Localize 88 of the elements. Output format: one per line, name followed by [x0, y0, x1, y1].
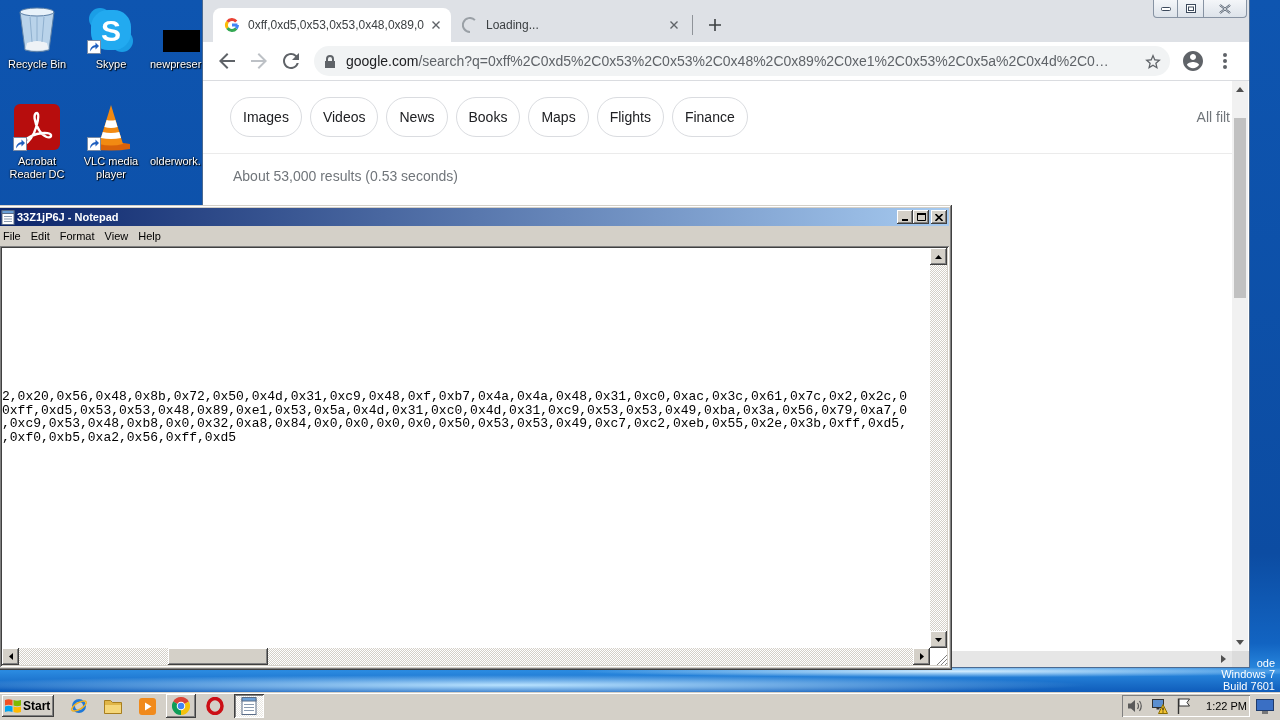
desktop-icon-label[interactable]: Acrobat Reader DC	[1, 155, 73, 181]
notepad-icon	[1, 209, 15, 225]
vertical-scrollbar[interactable]	[930, 248, 947, 648]
show-desktop-icon[interactable]	[1256, 698, 1274, 714]
menu-item[interactable]: Edit	[25, 230, 55, 242]
document-text: 2,0x20,0x56,0x48,0x8b,0x72,0x50,0x4d,0x31,0xc9,0x48,0xf,0xb7,0x4a,0x4a,0x48,0x31,0xc0,0xac,0x3c,0x61,0x7c,0x2,0x2c,0 0xff,0xd5,0x53,0x53,0x48,0x89,0xe1,0x53,0x5a,0x4d,0x31,0xc0,0x4d,0x31,0xc9,0x53,0x53,0x49,0xba,0x3a,0x56,0x79,0xa7,0 ,0xc9,0x53,0x48,0xb8,0x0,0x32,0xa8,0x84,0x0,0x0,0x0,0x0,0x50,0x53,0x53,0x49,0xc7,0xc2,0xeb,0x55,0x2e,0x3b,0xff,0xd5, ,0xf0,0xb5,0xa2,0x56,0xff,0xd5	[2, 390, 907, 445]
flag-icon[interactable]	[1177, 698, 1192, 714]
desktop-notice-text: Windows 7	[1221, 669, 1275, 681]
close-icon	[1219, 3, 1231, 14]
scroll-right-button[interactable]	[913, 648, 930, 665]
down-arrow-icon	[935, 637, 942, 642]
filter-chip[interactable]: Books	[455, 97, 521, 137]
ring-icon	[206, 697, 224, 715]
windows-flag-icon	[5, 699, 21, 713]
plus-icon	[709, 19, 721, 31]
forward-arrow-icon	[251, 53, 267, 69]
restore-button[interactable]	[1178, 0, 1204, 18]
minimize-button[interactable]	[897, 210, 913, 224]
play-icon	[138, 697, 156, 715]
up-arrow-icon[interactable]	[1236, 87, 1244, 92]
filter-chip[interactable]: Videos	[309, 97, 379, 137]
desktop-icon-label[interactable]: olderwork.	[150, 155, 201, 168]
filter-chip[interactable]: Finance	[671, 97, 748, 137]
up-arrow-icon	[935, 254, 942, 259]
maximize-icon	[916, 213, 926, 221]
horizontal-scrollbar[interactable]	[952, 651, 1232, 667]
scrollbar-thumb[interactable]	[1234, 118, 1246, 298]
right-arrow-icon	[919, 653, 924, 660]
menu-item[interactable]: View	[99, 230, 134, 242]
star-icon	[1145, 53, 1161, 69]
blank-thumbnail-icon[interactable]	[163, 30, 200, 52]
close-button[interactable]	[931, 210, 947, 224]
acrobat-icon[interactable]	[14, 104, 60, 150]
result-stats: About 53,000 results (0.53 seconds)	[232, 167, 458, 184]
recycle-bin-icon[interactable]	[18, 7, 56, 53]
minimize-button[interactable]	[1153, 0, 1178, 18]
network-warning-icon[interactable]	[1152, 698, 1169, 714]
account-button[interactable]	[1183, 51, 1203, 71]
down-arrow-icon[interactable]	[1236, 640, 1244, 645]
taskbar-button[interactable]	[234, 694, 264, 718]
restore-icon	[1185, 4, 1196, 13]
scrollbar-corner	[1232, 651, 1249, 667]
start-button[interactable]: Start	[2, 695, 54, 717]
address-bar[interactable]: google.com/search?q=0xff%2C0xd5%2C0x53%2C0x53%2C0x48%2C0x89%2C0xe1%2C0x53%2C0x5a%2C0x4d%2C0…	[314, 46, 1170, 76]
folder-icon	[104, 698, 122, 714]
desktop-icon-label[interactable]: newpreser	[150, 58, 202, 71]
desktop-notice-text: ode	[1256, 657, 1275, 669]
filter-chip[interactable]: News	[386, 97, 448, 137]
menu-icon	[1223, 53, 1227, 69]
globe-orbit-icon	[70, 697, 88, 715]
desktop-notice-text: Build 7601	[1223, 680, 1275, 692]
window-title: 33Z1jP6J - Notepad	[17, 211, 119, 223]
browser-tab[interactable]: 0xff,0xd5,0x53,0x53,0x48,0x89,0	[213, 8, 451, 42]
filter-chip[interactable]: Maps	[528, 97, 589, 137]
back-arrow-icon	[219, 53, 235, 69]
browser-tab[interactable]: Loading...	[451, 8, 689, 42]
notepad-icon	[241, 697, 257, 715]
lock-icon	[325, 54, 335, 68]
right-arrow-icon[interactable]	[1221, 655, 1226, 663]
maximize-button[interactable]	[913, 210, 929, 224]
scrollbar-thumb[interactable]	[168, 648, 268, 665]
menu-item[interactable]: Help	[133, 230, 166, 242]
filter-chip[interactable]: Flights	[596, 97, 664, 137]
scroll-down-button[interactable]	[930, 631, 947, 648]
scroll-left-button[interactable]	[2, 648, 19, 665]
filter-chip[interactable]: Images	[230, 97, 302, 137]
close-icon	[670, 21, 678, 29]
vertical-scrollbar[interactable]	[1232, 81, 1248, 651]
account-icon	[1183, 51, 1203, 71]
desktop-icon-label[interactable]: VLC media player	[75, 155, 147, 181]
desktop-icon-label[interactable]: Recycle Bin	[7, 58, 67, 71]
scroll-up-button[interactable]	[930, 248, 947, 265]
speaker-icon[interactable]	[1127, 698, 1144, 714]
left-arrow-icon	[8, 653, 13, 660]
desktop-icon-label[interactable]: Skype	[95, 58, 127, 71]
browser-logo-icon	[172, 697, 190, 715]
minimize-icon	[902, 219, 908, 221]
clock-text[interactable]: 1:22 PM	[1206, 700, 1247, 712]
all-filters-link[interactable]: All filt	[1196, 109, 1230, 125]
horizontal-scrollbar[interactable]	[2, 648, 930, 665]
menu-item[interactable]: Format	[54, 230, 100, 242]
menu-item[interactable]: File	[0, 230, 26, 242]
close-icon	[935, 213, 943, 221]
minimize-icon	[1160, 6, 1171, 11]
close-icon	[432, 21, 440, 29]
reload-icon	[283, 53, 299, 69]
size-grip-icon[interactable]	[935, 653, 947, 665]
taskbar-button[interactable]	[166, 694, 196, 718]
